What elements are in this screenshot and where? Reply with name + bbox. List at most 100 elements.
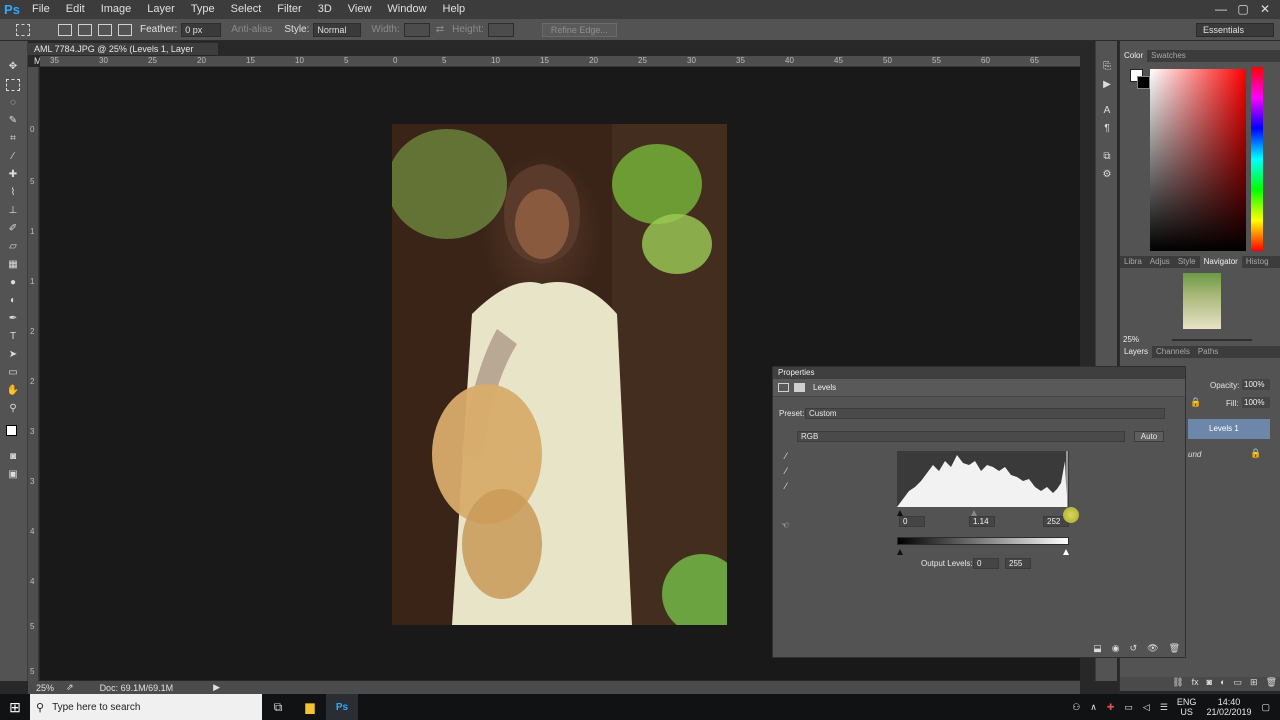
input-slider-track[interactable]: [897, 507, 1069, 516]
tab-channels[interactable]: Channels: [1152, 346, 1194, 358]
windows-start-icon[interactable]: ⊞: [0, 694, 30, 720]
adjustment-layer-icon[interactable]: ◐: [1216, 677, 1229, 691]
history-panel-icon[interactable]: ⎘: [1101, 61, 1113, 73]
tab-libraries[interactable]: Libra: [1120, 256, 1146, 268]
input-gamma-field[interactable]: 1.14: [969, 516, 995, 527]
volume-icon[interactable]: ◁: [1138, 702, 1155, 713]
zoom-level[interactable]: 25%: [36, 683, 54, 693]
clock[interactable]: 14:40 21/02/2019: [1200, 697, 1257, 717]
levels-adjustment-icon[interactable]: [778, 383, 789, 392]
show-hidden-icon[interactable]: ∧: [1085, 702, 1102, 713]
gradient-tool-icon[interactable]: ▦: [6, 259, 20, 271]
background-layer-name[interactable]: und: [1188, 450, 1201, 459]
menu-file[interactable]: File: [24, 0, 58, 19]
pen-tool-icon[interactable]: ✒: [6, 313, 20, 325]
target-adjust-icon[interactable]: ☜: [778, 520, 792, 530]
lasso-tool-icon[interactable]: ◌: [6, 97, 20, 109]
tab-paths[interactable]: Paths: [1194, 346, 1222, 358]
menu-filter[interactable]: Filter: [269, 0, 309, 19]
group-icon[interactable]: ▭: [1230, 677, 1247, 691]
layer-levels-1[interactable]: Levels 1: [1188, 419, 1270, 439]
channel-select[interactable]: RGB: [797, 431, 1125, 442]
black-eyedropper-icon[interactable]: ⁄: [781, 451, 791, 461]
navigator-zoom-slider[interactable]: [1172, 339, 1252, 341]
new-selection-icon[interactable]: [58, 23, 72, 36]
paragraph-panel-icon[interactable]: ¶: [1101, 123, 1113, 135]
white-eyedropper-icon[interactable]: ⁄: [781, 481, 791, 491]
menu-select[interactable]: Select: [223, 0, 270, 19]
language-indicator[interactable]: ENG US: [1173, 697, 1201, 717]
zoom-tool-icon[interactable]: ⚲: [6, 403, 20, 415]
preset-select[interactable]: Custom: [805, 408, 1165, 419]
lock-icon[interactable]: 🔒: [1190, 397, 1201, 408]
workspace-select[interactable]: Essentials: [1196, 23, 1274, 37]
antialias-checkbox[interactable]: Anti-alias: [231, 24, 272, 35]
foreground-color-swatch[interactable]: [6, 425, 17, 436]
output-slider-handles[interactable]: [897, 549, 1069, 555]
visibility-icon[interactable]: 👁: [1142, 643, 1163, 657]
menu-window[interactable]: Window: [379, 0, 434, 19]
eyedropper-tool-icon[interactable]: ⁄: [6, 151, 20, 163]
menu-help[interactable]: Help: [435, 0, 474, 19]
brush-tool-icon[interactable]: ⌇: [6, 187, 20, 199]
navigator-thumbnail[interactable]: [1183, 273, 1221, 329]
app-tray-icon[interactable]: ✚: [1102, 702, 1120, 713]
close-button[interactable]: ✕: [1254, 0, 1276, 17]
tool-presets-panel-icon[interactable]: ⚙: [1101, 169, 1113, 181]
style-select[interactable]: Normal: [313, 22, 362, 37]
tab-color[interactable]: Color: [1120, 50, 1148, 62]
taskbar-search[interactable]: ⚲ Type here to search: [30, 694, 262, 720]
shape-tool-icon[interactable]: ▭: [6, 367, 20, 379]
people-icon[interactable]: ⚇: [1067, 702, 1085, 713]
view-previous-icon[interactable]: ◉: [1107, 643, 1125, 657]
opacity-input[interactable]: 100%: [1242, 379, 1270, 390]
trash-icon[interactable]: 🗑: [1262, 677, 1280, 691]
clip-to-layer-icon[interactable]: ⬓: [1088, 643, 1107, 657]
output-black-field[interactable]: 0: [973, 558, 999, 569]
reset-icon[interactable]: ↺: [1125, 643, 1143, 657]
swap-icon[interactable]: ⇄: [436, 24, 444, 35]
background-color-swatch[interactable]: [1137, 76, 1150, 89]
hue-slider[interactable]: [1251, 67, 1263, 251]
move-tool-icon[interactable]: ✥: [6, 61, 20, 73]
intersect-selection-icon[interactable]: [118, 23, 132, 36]
layer-style-icon[interactable]: fx: [1188, 677, 1203, 691]
photoshop-taskbar-icon[interactable]: Ps: [326, 694, 358, 720]
blur-tool-icon[interactable]: ●: [6, 277, 20, 289]
hand-tool-icon[interactable]: ✋: [6, 385, 20, 397]
input-black-field[interactable]: 0: [899, 516, 925, 527]
document-photo[interactable]: [392, 124, 727, 625]
file-explorer-icon[interactable]: ▆: [294, 694, 326, 720]
marquee-tool-icon[interactable]: [16, 23, 30, 36]
output-white-field[interactable]: 255: [1005, 558, 1031, 569]
clone-stamp-tool-icon[interactable]: ⊥: [6, 205, 20, 217]
character-panel-icon[interactable]: A: [1101, 105, 1113, 117]
auto-button[interactable]: Auto: [1134, 431, 1164, 442]
dodge-tool-icon[interactable]: ◐: [6, 295, 20, 307]
document-tab[interactable]: AML 7784.JPG @ 25% (Levels 1, Layer Mask…: [28, 43, 218, 66]
tab-histogram[interactable]: Histog: [1242, 256, 1273, 268]
wifi-icon[interactable]: ☰: [1155, 702, 1173, 713]
navigator-zoom[interactable]: 25%: [1123, 335, 1139, 344]
feather-input[interactable]: 0 px: [181, 22, 222, 37]
screen-mode-icon[interactable]: ▣: [6, 469, 20, 481]
tab-adjustments[interactable]: Adjus: [1146, 256, 1174, 268]
minimize-button[interactable]: —: [1210, 0, 1232, 17]
status-menu-arrow-icon[interactable]: ▶: [213, 682, 220, 693]
marquee-tool-icon[interactable]: [6, 79, 20, 91]
layer-mask-icon[interactable]: [794, 383, 805, 392]
healing-tool-icon[interactable]: ✚: [6, 169, 20, 181]
history-brush-tool-icon[interactable]: ✐: [6, 223, 20, 235]
quick-mask-icon[interactable]: ◙: [6, 451, 20, 463]
menu-edit[interactable]: Edit: [58, 0, 93, 19]
refine-edge-button[interactable]: Refine Edge...: [541, 22, 617, 37]
tab-styles[interactable]: Style: [1174, 256, 1200, 268]
quick-select-tool-icon[interactable]: ✎: [6, 115, 20, 127]
subtract-selection-icon[interactable]: [98, 23, 112, 36]
menu-view[interactable]: View: [340, 0, 380, 19]
export-icon[interactable]: ⇗: [66, 682, 74, 693]
height-input[interactable]: [487, 22, 514, 37]
clone-source-panel-icon[interactable]: ⧉: [1101, 151, 1113, 163]
color-picker-field[interactable]: [1150, 69, 1246, 251]
crop-tool-icon[interactable]: ⌗: [6, 133, 20, 145]
